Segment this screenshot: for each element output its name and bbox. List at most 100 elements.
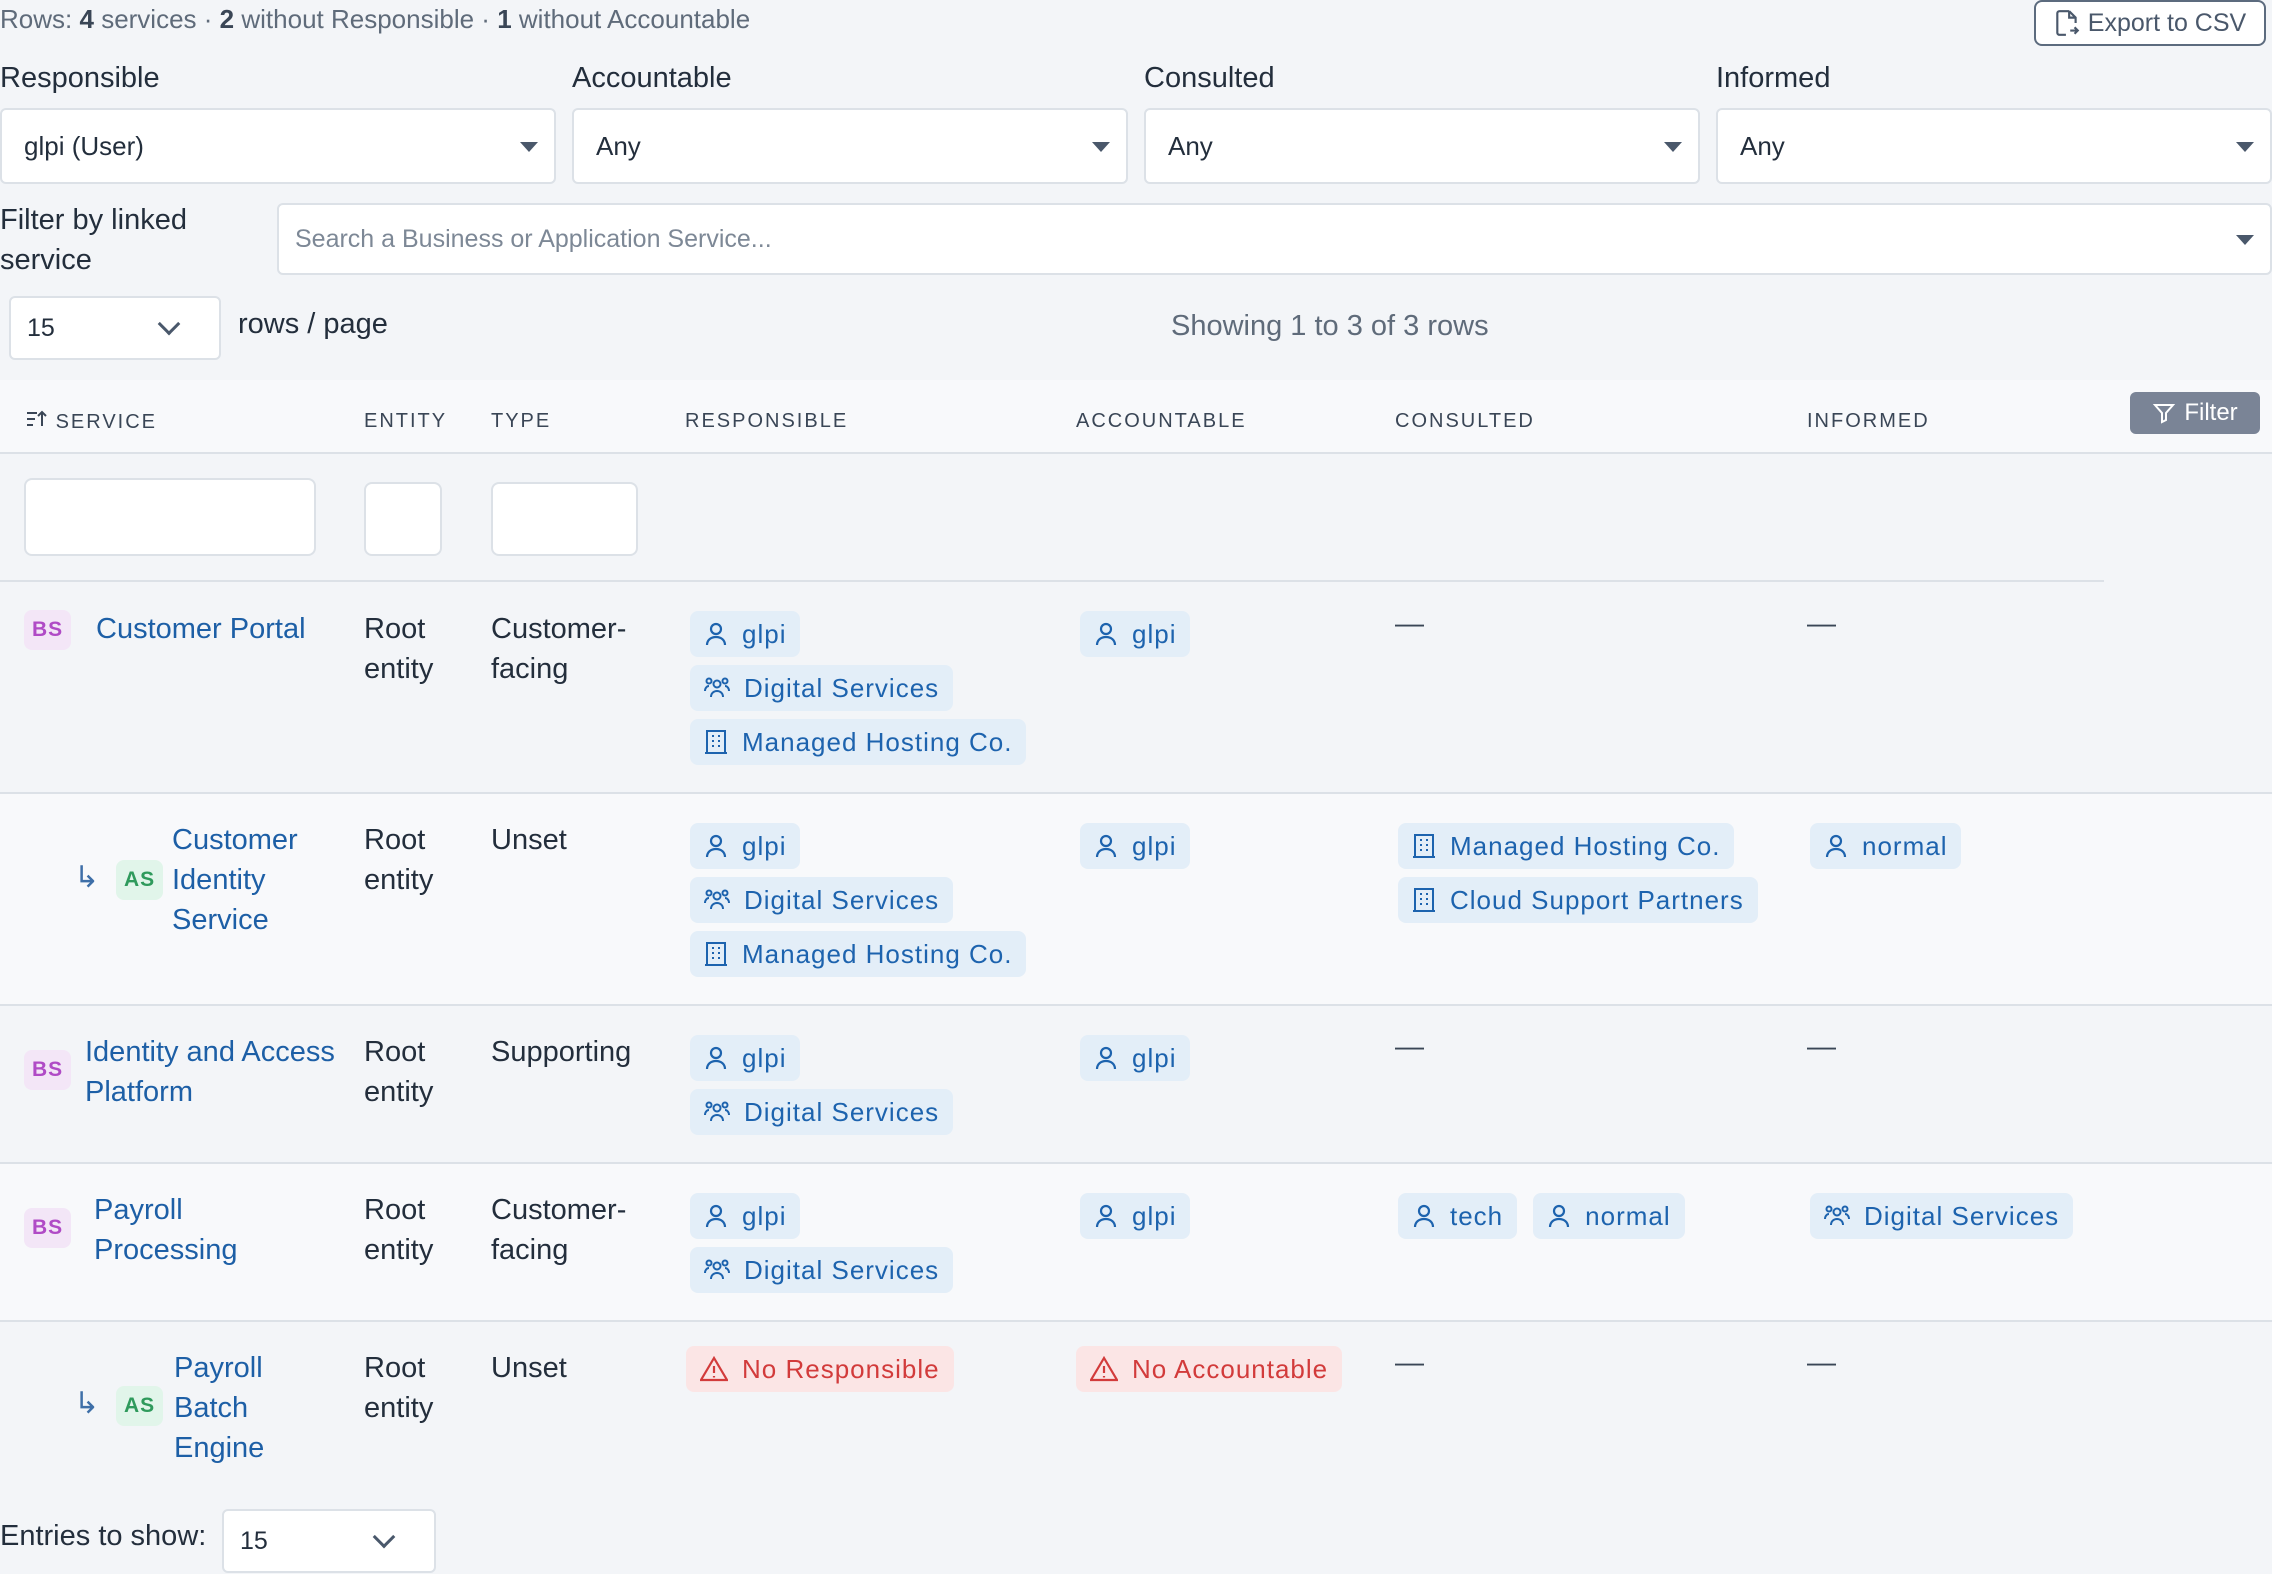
consulted-filter-label: Consulted	[1144, 62, 1275, 94]
responsible-tag[interactable]: Digital Services	[690, 665, 954, 711]
empty-informed: —	[1807, 1347, 1836, 1379]
filter-button[interactable]: Filter	[2130, 392, 2260, 434]
service-link[interactable]: Payroll Processing	[94, 1190, 334, 1270]
consulted-tag[interactable]: Managed Hosting Co.	[1398, 823, 1735, 869]
no-responsible-warning: No Responsible	[686, 1346, 954, 1392]
consulted-tag[interactable]: Cloud Support Partners	[1398, 877, 1758, 923]
column-header-informed[interactable]: INFORMED	[1807, 410, 1930, 433]
type-cell: Unset	[491, 824, 567, 856]
group-icon	[704, 889, 730, 910]
file-export-icon	[2056, 10, 2080, 36]
responsible-tag[interactable]: Managed Hosting Co.	[690, 931, 1027, 977]
caret-down-icon	[2236, 142, 2254, 152]
type-column-filter[interactable]	[491, 482, 638, 556]
sub-service-arrow-icon: ↳	[74, 861, 100, 894]
building-icon	[1413, 888, 1435, 912]
rows-per-page-select[interactable]: 15	[9, 296, 221, 360]
caret-down-icon	[1092, 142, 1110, 152]
consulted-tag[interactable]: tech	[1398, 1193, 1518, 1239]
consulted-tags: Managed Hosting Co. Cloud Support Partne…	[1398, 823, 1758, 923]
caret-down-icon	[1664, 142, 1682, 152]
type-cell: Unset	[491, 1352, 567, 1384]
type-cell: Customer-facing	[491, 613, 627, 685]
building-icon	[705, 942, 727, 966]
entries-to-show-select[interactable]: 15	[222, 1509, 436, 1573]
entries-to-show-label: Entries to show:	[0, 1520, 207, 1552]
responsible-tag[interactable]: Digital Services	[690, 877, 954, 923]
column-header-service[interactable]: SERVICE	[26, 410, 157, 434]
entity-cell: Root entity	[364, 1036, 434, 1108]
column-filter-row	[0, 456, 2104, 582]
service-column-filter[interactable]	[24, 478, 316, 556]
accountable-tags: glpi	[1080, 611, 1191, 657]
column-header-entity[interactable]: ENTITY	[364, 410, 447, 433]
empty-consulted: —	[1395, 1347, 1424, 1379]
service-link[interactable]: Payroll Batch Engine	[174, 1348, 294, 1468]
type-cell: Supporting	[491, 1036, 632, 1068]
responsible-tag[interactable]: Managed Hosting Co.	[690, 719, 1027, 765]
entity-column-filter[interactable]	[364, 482, 442, 556]
business-service-badge: BS	[24, 610, 72, 650]
accountable-tags: glpi	[1080, 1035, 1191, 1081]
type-cell: Customer-facing	[491, 1194, 627, 1266]
user-icon	[705, 1046, 727, 1070]
group-icon	[704, 677, 730, 698]
user-icon	[1825, 834, 1847, 858]
caret-down-icon	[2236, 235, 2254, 245]
responsible-tags: glpi Digital Services Managed Hosting Co…	[690, 823, 1027, 977]
responsible-filter-label: Responsible	[0, 62, 160, 94]
entity-cell: Root entity	[364, 824, 434, 896]
user-icon	[1095, 834, 1117, 858]
accountable-tags: glpi	[1080, 1193, 1191, 1239]
group-icon	[704, 1101, 730, 1122]
service-link[interactable]: Identity and Access Platform	[85, 1032, 355, 1112]
export-csv-button[interactable]: Export to CSV	[2034, 0, 2266, 46]
responsible-tag[interactable]: glpi	[690, 611, 801, 657]
informed-tags: Digital Services	[1810, 1193, 2074, 1239]
linked-service-search[interactable]: Search a Business or Application Service…	[277, 203, 2272, 275]
empty-consulted: —	[1395, 608, 1424, 640]
column-header-accountable[interactable]: ACCOUNTABLE	[1076, 410, 1247, 433]
business-service-badge: BS	[24, 1050, 72, 1090]
responsible-tags: glpi Digital Services	[690, 1193, 954, 1293]
accountable-tag[interactable]: glpi	[1080, 611, 1191, 657]
consulted-tags: tech normal	[1398, 1193, 1685, 1239]
empty-informed: —	[1807, 608, 1836, 640]
responsible-tag[interactable]: Digital Services	[690, 1247, 954, 1293]
responsible-select[interactable]: glpi (User)	[0, 108, 556, 184]
entity-cell: Root entity	[364, 613, 434, 685]
service-link[interactable]: Customer Identity Service	[172, 820, 332, 940]
informed-filter-label: Informed	[1716, 62, 1831, 94]
accountable-tags: No Accountable	[1076, 1346, 1343, 1392]
entity-cell: Root entity	[364, 1352, 434, 1424]
accountable-tag[interactable]: glpi	[1080, 1035, 1191, 1081]
user-icon	[1549, 1204, 1570, 1228]
linked-service-label: Filter by linked service	[0, 204, 187, 276]
accountable-select[interactable]: Any	[572, 108, 1128, 184]
column-header-responsible[interactable]: RESPONSIBLE	[685, 410, 848, 433]
user-icon	[705, 834, 727, 858]
column-header-type[interactable]: TYPE	[491, 410, 551, 433]
warning-icon	[1090, 1356, 1118, 1382]
building-icon	[705, 730, 727, 754]
responsible-tag[interactable]: glpi	[690, 823, 801, 869]
informed-tag[interactable]: normal	[1810, 823, 1962, 869]
responsible-tag[interactable]: glpi	[690, 1035, 801, 1081]
service-link[interactable]: Customer Portal	[96, 609, 306, 649]
informed-tag[interactable]: Digital Services	[1810, 1193, 2074, 1239]
responsible-tag[interactable]: glpi	[690, 1193, 801, 1239]
empty-informed: —	[1807, 1031, 1836, 1063]
consulted-tag[interactable]: normal	[1533, 1193, 1685, 1239]
responsible-tag[interactable]: Digital Services	[690, 1089, 954, 1135]
table-row	[0, 1164, 2272, 1322]
consulted-select[interactable]: Any	[1144, 108, 1700, 184]
accountable-tag[interactable]: glpi	[1080, 1193, 1191, 1239]
responsible-tags: glpi Digital Services	[690, 1035, 954, 1135]
column-header-consulted[interactable]: CONSULTED	[1395, 410, 1535, 433]
rows-per-page-label: rows / page	[238, 308, 388, 340]
user-icon	[1095, 622, 1117, 646]
accountable-tag[interactable]: glpi	[1080, 823, 1191, 869]
accountable-filter-label: Accountable	[572, 62, 732, 94]
informed-select[interactable]: Any	[1716, 108, 2272, 184]
showing-info: Showing 1 to 3 of 3 rows	[1171, 310, 1489, 342]
